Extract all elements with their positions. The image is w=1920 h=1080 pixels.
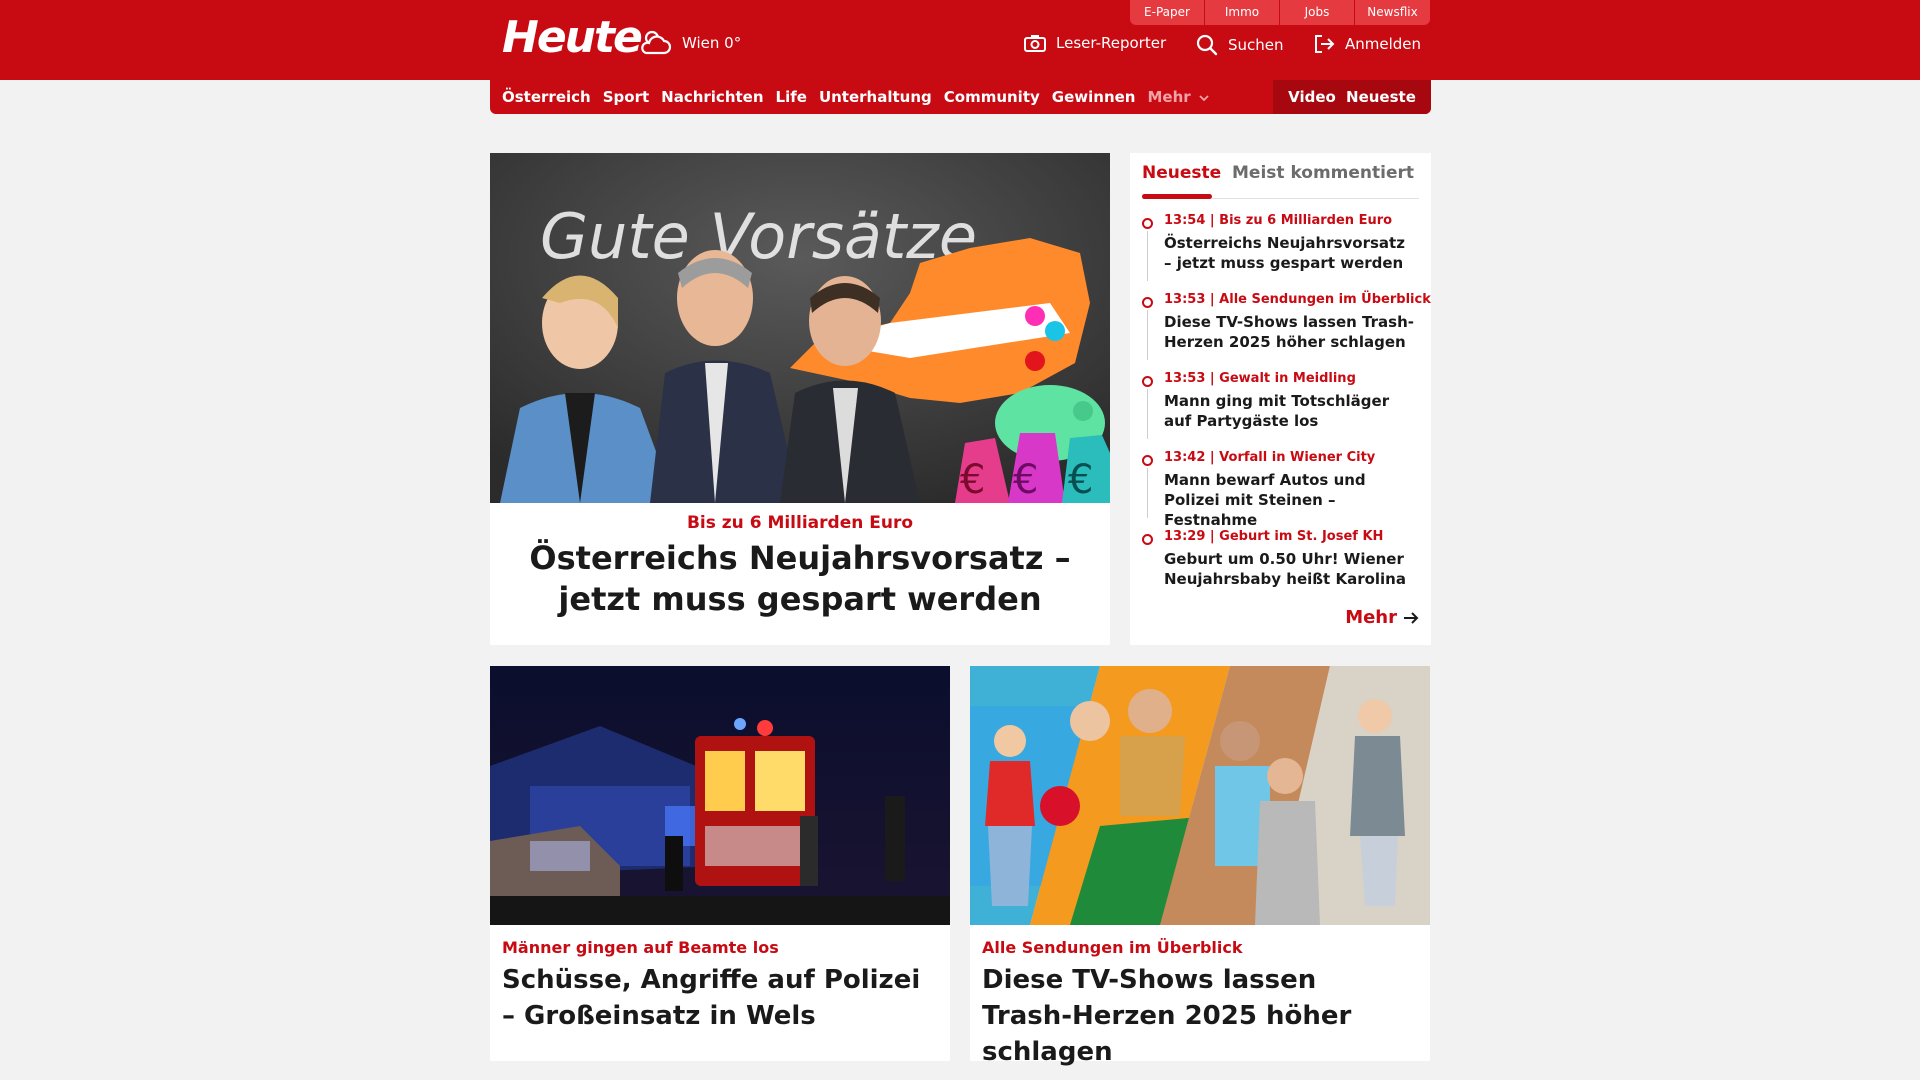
search-icon xyxy=(1196,34,1218,56)
sidebar-tabs: Neueste Meist kommentiert xyxy=(1142,163,1419,199)
search-label: Suchen xyxy=(1228,36,1284,54)
login-icon xyxy=(1315,35,1335,53)
hero-image-caption: Gute Vorsätze xyxy=(540,200,977,273)
weather-widget[interactable]: Wien 0° xyxy=(640,28,741,58)
leser-reporter-button[interactable]: Leser-Reporter xyxy=(1024,34,1166,52)
list-item-kicker: 13:29 | Geburt im St. Josef KH xyxy=(1164,529,1384,544)
leser-reporter-label: Leser-Reporter xyxy=(1056,34,1167,52)
timeline-dot xyxy=(1142,376,1153,387)
teaser-image[interactable] xyxy=(970,666,1430,925)
list-item-kicker: 13:54 | Bis zu 6 Milliarden Euro xyxy=(1164,213,1393,228)
weather-label: Wien 0° xyxy=(682,34,742,52)
teaser-card[interactable]: Männer gingen auf Beamte los Schüsse, An… xyxy=(490,666,950,1061)
nav-item-gewinnen[interactable]: Gewinnen xyxy=(1052,88,1136,106)
teaser-image[interactable] xyxy=(490,666,950,925)
teaser-card[interactable]: Alle Sendungen im Überblick Diese TV-Sho… xyxy=(970,666,1430,1067)
tab-neueste[interactable]: Neueste xyxy=(1142,163,1221,183)
site-logo[interactable]: Heute xyxy=(502,12,643,63)
top-link-newsflix[interactable]: Newsflix xyxy=(1355,0,1430,25)
top-link-immo[interactable]: Immo xyxy=(1205,0,1280,25)
top-link-epaper[interactable]: E-Paper xyxy=(1130,0,1205,25)
chevron-down-icon xyxy=(1199,95,1209,102)
nav-item-sport[interactable]: Sport xyxy=(603,88,649,106)
nav-more-label: Mehr xyxy=(1147,88,1191,106)
nav-item-community[interactable]: Community xyxy=(944,88,1040,106)
svg-text:€: € xyxy=(1068,457,1093,503)
list-item[interactable]: 13:53 | Gewalt in Meidling Mann ging mit… xyxy=(1142,371,1419,450)
svg-text:€: € xyxy=(960,457,985,503)
list-item[interactable]: 13:54 | Bis zu 6 Milliarden Euro Österre… xyxy=(1142,213,1419,292)
timeline-line xyxy=(1147,231,1148,281)
teaser-kicker: Männer gingen auf Beamte los xyxy=(502,938,779,957)
teaser-kicker: Alle Sendungen im Überblick xyxy=(982,938,1243,957)
camera-icon xyxy=(1024,35,1046,52)
weather-cloud-icon xyxy=(641,30,672,55)
latest-news-sidebar: Neueste Meist kommentiert 13:54 | Bis zu… xyxy=(1130,153,1431,645)
timeline-dot xyxy=(1142,534,1153,545)
list-item-title[interactable]: Mann bewarf Autos und Polizei mit Steine… xyxy=(1164,470,1414,530)
hero-title[interactable]: Österreichs Neujahrsvorsatz – jetzt muss… xyxy=(510,538,1090,620)
nav-item-oesterreich[interactable]: Österreich xyxy=(502,88,591,106)
svg-text:€: € xyxy=(1013,457,1038,503)
list-item-title[interactable]: Diese TV-Shows lassen Trash-Herzen 2025 … xyxy=(1164,312,1414,352)
list-item-kicker: 13:53 | Gewalt in Meidling xyxy=(1164,371,1356,386)
arrow-right-icon xyxy=(1404,611,1419,624)
sidebar-more-label: Mehr xyxy=(1345,607,1397,628)
teaser-title[interactable]: Schüsse, Angriffe auf Polizei – Großeins… xyxy=(502,962,932,1034)
search-button[interactable]: Suchen xyxy=(1196,34,1284,56)
timeline-line xyxy=(1147,389,1148,439)
nav-item-nachrichten[interactable]: Nachrichten xyxy=(661,88,763,106)
timeline-line xyxy=(1147,468,1148,518)
top-link-jobs[interactable]: Jobs xyxy=(1280,0,1355,25)
list-item-kicker: 13:42 | Vorfall in Wiener City xyxy=(1164,450,1376,465)
nav-item-unterhaltung[interactable]: Unterhaltung xyxy=(819,88,932,106)
teaser-title[interactable]: Diese TV-Shows lassen Trash-Herzen 2025 … xyxy=(982,962,1412,1070)
sidebar-more-link[interactable]: Mehr xyxy=(1345,607,1419,628)
list-item-title[interactable]: Österreichs Neujahrsvorsatz – jetzt muss… xyxy=(1164,233,1414,273)
active-tab-indicator xyxy=(1142,194,1212,199)
main-nav: Österreich Sport Nachrichten Life Unterh… xyxy=(490,80,1431,114)
hero-image[interactable]: Gute Vorsätze € € € xyxy=(490,153,1110,503)
nav-more-dropdown[interactable]: Mehr xyxy=(1147,88,1209,106)
list-item-title[interactable]: Geburt um 0.50 Uhr! Wiener Neujahrsbaby … xyxy=(1164,549,1414,589)
site-header xyxy=(0,0,1920,80)
list-item-title[interactable]: Mann ging mit Totschläger auf Partygäste… xyxy=(1164,391,1414,431)
timeline-dot xyxy=(1142,297,1153,308)
login-label: Anmelden xyxy=(1345,35,1422,53)
nav-item-life[interactable]: Life xyxy=(776,88,807,106)
list-item-kicker: 13:53 | Alle Sendungen im Überblick xyxy=(1164,292,1431,307)
hero-article[interactable]: Gute Vorsätze € € € Bis zu 6 Milliarden … xyxy=(490,153,1110,645)
timeline-line xyxy=(1147,310,1148,360)
hero-kicker: Bis zu 6 Milliarden Euro xyxy=(686,513,914,533)
login-button[interactable]: Anmelden xyxy=(1313,34,1421,54)
list-item[interactable]: 13:29 | Geburt im St. Josef KH Geburt um… xyxy=(1142,529,1419,608)
top-links: E-Paper Immo Jobs Newsflix xyxy=(1130,0,1430,25)
list-item[interactable]: 13:53 | Alle Sendungen im Überblick Dies… xyxy=(1142,292,1431,371)
timeline-dot xyxy=(1142,455,1153,466)
nav-right: Video Neueste xyxy=(1273,80,1431,114)
timeline-dot xyxy=(1142,218,1153,229)
list-item[interactable]: 13:42 | Vorfall in Wiener City Mann bewa… xyxy=(1142,450,1419,529)
nav-item-neueste[interactable]: Neueste xyxy=(1346,88,1416,106)
nav-item-video[interactable]: Video xyxy=(1288,88,1336,106)
tab-meist-kommentiert[interactable]: Meist kommentiert xyxy=(1232,163,1414,183)
